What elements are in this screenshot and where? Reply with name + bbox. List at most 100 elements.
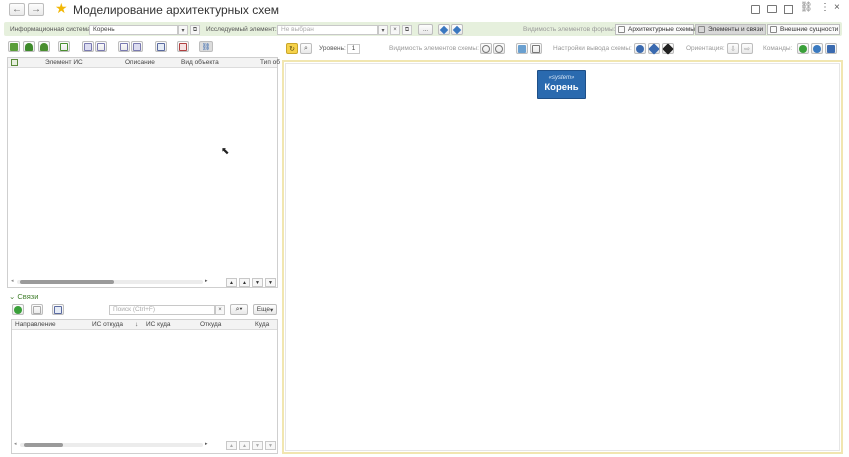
- arrow-right-icon: →: [31, 4, 41, 15]
- preview-icon[interactable]: [784, 5, 793, 14]
- column-element[interactable]: Элемент ИС: [45, 59, 83, 66]
- column-description[interactable]: Описание: [125, 59, 155, 66]
- mode-elements-and-links[interactable]: Элементы и связи: [695, 24, 766, 35]
- scroll-left-icon[interactable]: ◂: [14, 441, 17, 447]
- group-button-1[interactable]: [82, 41, 94, 52]
- copy-button[interactable]: [58, 41, 70, 52]
- info-system-dropdown-icon[interactable]: ▾: [178, 25, 188, 35]
- diagram-node-root[interactable]: «system» Корень: [537, 70, 586, 99]
- print-icon[interactable]: [767, 5, 777, 13]
- column-from[interactable]: Откуда: [200, 321, 221, 328]
- links-move-down-button[interactable]: ▼: [252, 441, 263, 450]
- search-clear-icon[interactable]: ×: [215, 305, 225, 315]
- output-tag-button[interactable]: [648, 42, 660, 55]
- orientation-horizontal-button[interactable]: ⇨: [741, 43, 753, 54]
- favorite-star-icon[interactable]: ★: [55, 0, 68, 16]
- orientation-vertical-button[interactable]: ⇩: [727, 43, 739, 54]
- chevron-down-icon: ⌄: [9, 292, 16, 301]
- element-field[interactable]: Не выбран: [277, 25, 378, 35]
- arrow-down-icon: ⇩: [730, 45, 736, 53]
- more-label: Еще: [256, 306, 270, 313]
- info-system-open-icon[interactable]: ⧉: [190, 25, 200, 35]
- command-export-button[interactable]: [811, 43, 823, 54]
- add-icon: [10, 42, 18, 51]
- links-move-top-button[interactable]: ▲: [226, 441, 237, 450]
- element-open-icon[interactable]: ⧉: [402, 25, 412, 35]
- edit-icon: [157, 42, 165, 51]
- scroll-left-icon[interactable]: ◂: [11, 278, 14, 284]
- column-to[interactable]: Куда: [255, 321, 269, 328]
- add-link-button[interactable]: [12, 304, 24, 315]
- column-source-system[interactable]: ИС откуда: [92, 321, 123, 328]
- links-move-bottom-button[interactable]: ▼: [265, 441, 276, 450]
- column-object-type[interactable]: Тип об: [260, 59, 280, 66]
- pie-chart-icon: [636, 44, 644, 53]
- add-element-button[interactable]: [8, 41, 20, 52]
- more-button[interactable]: Еще ▾: [253, 304, 277, 315]
- zoom-button[interactable]: ⌕: [300, 43, 312, 54]
- scroll-right-icon[interactable]: ▸: [205, 278, 208, 284]
- info-system-field[interactable]: Корень: [89, 25, 178, 35]
- list-button-2[interactable]: [131, 41, 143, 52]
- mode-architecture-schemes[interactable]: Архитектурные схемы: [615, 24, 695, 35]
- search-button[interactable]: ⌕▾: [230, 304, 248, 315]
- close-icon[interactable]: ×: [834, 2, 840, 13]
- edit-button[interactable]: [155, 41, 167, 52]
- objects-off-icon: [532, 44, 540, 53]
- search-icon: ⌕: [304, 44, 308, 52]
- delete-button[interactable]: [177, 41, 189, 52]
- link-icon[interactable]: ⛓: [800, 2, 813, 13]
- hide-people-button[interactable]: [493, 43, 505, 54]
- element-label: Исследуемый элемент:: [206, 26, 277, 33]
- list-button-1[interactable]: [118, 41, 130, 52]
- element-dropdown-icon[interactable]: ▾: [378, 25, 388, 35]
- nav-prev-button[interactable]: [438, 24, 450, 35]
- move-down-button[interactable]: ▼: [252, 278, 263, 287]
- table-settings-icon[interactable]: [11, 59, 18, 66]
- diamond-blue-icon: [439, 25, 449, 34]
- sort-down-icon[interactable]: ↓: [135, 321, 138, 328]
- links-move-up-button[interactable]: ▲: [239, 441, 250, 450]
- search-icon: ⌕▾: [235, 305, 243, 313]
- element-clear-icon[interactable]: ×: [390, 25, 400, 35]
- nav-next-button[interactable]: [451, 24, 463, 35]
- column-direction[interactable]: Направление: [15, 321, 56, 328]
- save-icon[interactable]: [751, 5, 760, 14]
- forward-button[interactable]: →: [28, 3, 44, 16]
- hide-objects-button[interactable]: [530, 43, 542, 54]
- mode-external-entities[interactable]: Внешние сущности: [767, 24, 840, 35]
- elements-hscroll-thumb[interactable]: [20, 280, 114, 284]
- copy-link-button[interactable]: [31, 304, 43, 315]
- commands-label: Команды:: [763, 45, 793, 52]
- command-run-button[interactable]: [797, 43, 809, 54]
- refresh-button[interactable]: ↻: [286, 43, 298, 54]
- column-target-system[interactable]: ИС куда: [146, 321, 171, 328]
- add-child-button[interactable]: [23, 41, 35, 52]
- group-button-2[interactable]: [95, 41, 107, 52]
- show-objects-button[interactable]: [516, 43, 528, 54]
- move-top-button[interactable]: ▲: [226, 278, 237, 287]
- links-search-input[interactable]: Поиск (Ctrl+F): [109, 305, 215, 315]
- info-system-label: Информационная система:: [10, 26, 93, 33]
- links-hscroll-thumb[interactable]: [24, 443, 63, 447]
- people-icon: [482, 44, 490, 53]
- move-up-button[interactable]: ▲: [239, 278, 250, 287]
- scroll-right-icon[interactable]: ▸: [205, 441, 208, 447]
- edit-link-button[interactable]: [52, 304, 64, 315]
- back-button[interactable]: ←: [9, 3, 25, 16]
- copy-icon: [60, 42, 68, 51]
- links-section-toggle[interactable]: ⌄ Связи: [9, 292, 38, 301]
- level-field[interactable]: 1: [347, 44, 360, 54]
- add-user-button[interactable]: [38, 41, 50, 52]
- output-pie-button[interactable]: [634, 43, 646, 54]
- command-save-button[interactable]: [825, 43, 837, 54]
- move-bottom-button[interactable]: ▼: [265, 278, 276, 287]
- more-icon[interactable]: ⋮: [820, 2, 830, 13]
- link-element-button[interactable]: ⛓: [199, 41, 213, 52]
- column-object-kind[interactable]: Вид объекта: [181, 59, 219, 66]
- output-label-button[interactable]: [662, 42, 674, 55]
- diagram-area: [285, 63, 840, 451]
- group-icon: [97, 42, 105, 51]
- show-people-button[interactable]: [480, 43, 492, 54]
- ellipsis-button[interactable]: ...: [418, 24, 433, 35]
